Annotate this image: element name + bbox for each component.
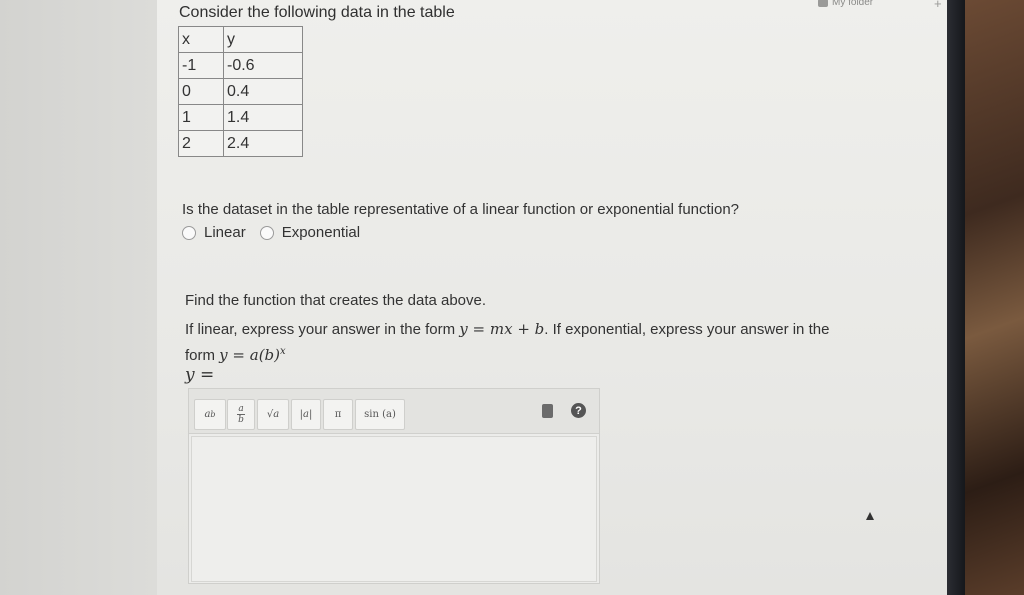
trash-icon[interactable] bbox=[542, 404, 553, 418]
exponent-button[interactable]: ab bbox=[194, 399, 226, 430]
table-cell-x: 0 bbox=[178, 78, 224, 105]
intro-text: Consider the following data in the table bbox=[179, 4, 455, 21]
answer-options: Linear Exponential bbox=[182, 224, 374, 241]
form-instructions: If linear, express your answer in the fo… bbox=[185, 318, 845, 367]
y-equals-label: y = bbox=[185, 365, 215, 385]
exp-form-sup: x bbox=[280, 346, 286, 357]
math-answer-editor: ab a b √a |a| π sin (a) ? bbox=[188, 388, 600, 584]
table-header-x: x bbox=[178, 26, 224, 53]
pi-button[interactable]: π bbox=[323, 399, 353, 430]
option-linear[interactable]: Linear bbox=[182, 224, 246, 241]
table-cell-y: 2.4 bbox=[223, 130, 303, 157]
table-row: 0 0.4 bbox=[178, 78, 303, 105]
instr-prefix: If linear, express your answer in the fo… bbox=[185, 321, 460, 338]
fraction-den: b bbox=[238, 415, 244, 425]
table-cell-x: -1 bbox=[178, 52, 224, 79]
radio-exponential[interactable] bbox=[259, 225, 274, 240]
table-row: 2 2.4 bbox=[178, 130, 303, 157]
fraction-num: a bbox=[238, 404, 244, 414]
fraction-button[interactable]: a b bbox=[227, 399, 255, 430]
linear-form: y = mx + b bbox=[459, 320, 545, 338]
screen-bezel bbox=[947, 0, 965, 595]
option-exponential[interactable]: Exponential bbox=[259, 224, 361, 241]
table-cell-y: 0.4 bbox=[223, 78, 303, 105]
table-cell-y: -0.6 bbox=[223, 52, 303, 79]
table-cell-y: 1.4 bbox=[223, 104, 303, 131]
sqrt-button[interactable]: √a bbox=[257, 399, 289, 430]
help-icon[interactable]: ? bbox=[571, 403, 586, 418]
exp-form: y = a(b) bbox=[219, 346, 280, 364]
table-header-y: y bbox=[223, 26, 303, 53]
math-toolbar: ab a b √a |a| π sin (a) ? bbox=[189, 389, 599, 434]
table-cell-x: 2 bbox=[178, 130, 224, 157]
option-linear-label: Linear bbox=[204, 224, 246, 241]
plus-icon[interactable]: + bbox=[934, 0, 942, 11]
table-row: 1 1.4 bbox=[178, 104, 303, 131]
fraction-icon: a b bbox=[237, 404, 245, 425]
background-desk bbox=[965, 0, 1024, 595]
exponent-sup: b bbox=[210, 410, 216, 419]
question-text: Is the dataset in the table representati… bbox=[182, 201, 740, 218]
sin-button[interactable]: sin (a) bbox=[355, 399, 405, 430]
my-folder-label: My folder bbox=[832, 0, 874, 8]
table-header-row: x y bbox=[178, 26, 303, 53]
left-sidebar-strip bbox=[0, 0, 158, 595]
find-text: Find the function that creates the data … bbox=[185, 292, 487, 309]
mouse-pointer-icon bbox=[866, 512, 874, 520]
data-table: x y -1 -0.6 0 0.4 1 1.4 2 2.4 bbox=[178, 26, 303, 157]
answer-input-area[interactable] bbox=[191, 436, 597, 582]
my-folder-link[interactable]: My folder bbox=[818, 0, 873, 8]
folder-icon bbox=[818, 0, 828, 7]
table-row: -1 -0.6 bbox=[178, 52, 303, 79]
abs-button[interactable]: |a| bbox=[291, 399, 321, 430]
option-exponential-label: Exponential bbox=[281, 224, 361, 241]
radio-linear[interactable] bbox=[182, 225, 196, 240]
table-cell-x: 1 bbox=[178, 104, 224, 131]
